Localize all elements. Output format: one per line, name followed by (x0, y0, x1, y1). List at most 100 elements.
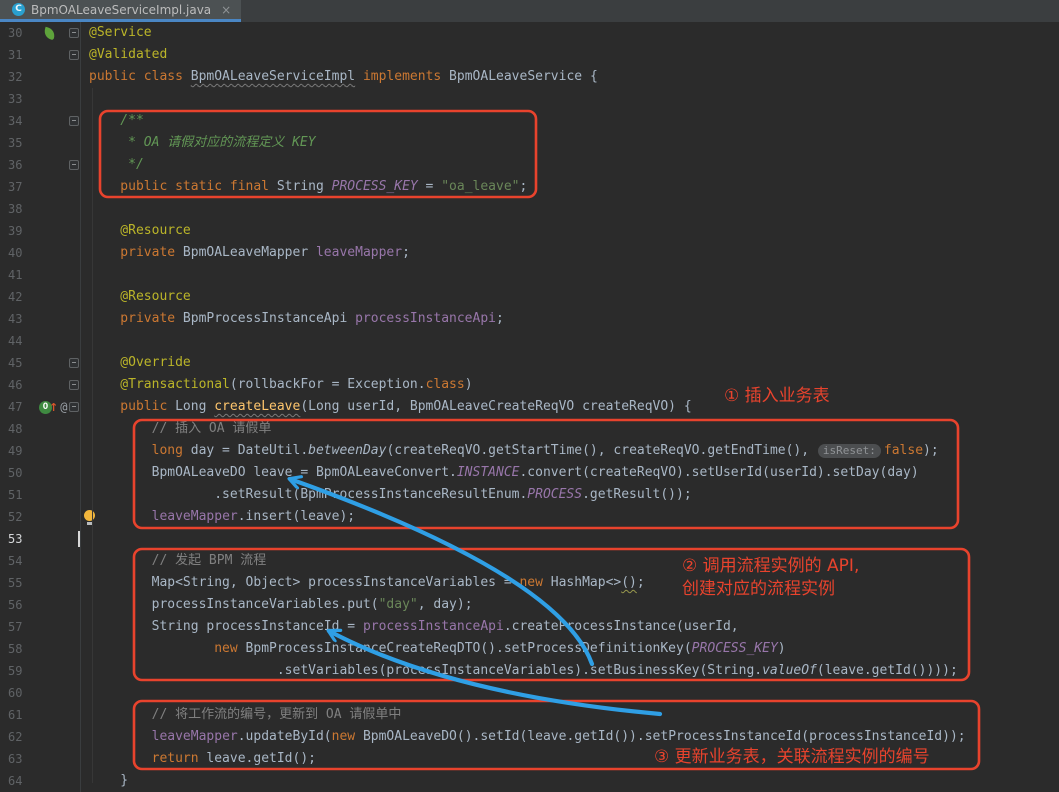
fold-column (68, 308, 81, 330)
fold-column[interactable] (68, 396, 81, 418)
code-line[interactable]: 32public class BpmOALeaveServiceImpl imp… (0, 66, 1059, 88)
code-line[interactable]: 61 // 将工作流的编号，更新到 OA 请假单中 (0, 704, 1059, 726)
code-line[interactable]: 59 .setVariables(processInstanceVariable… (0, 660, 1059, 682)
gutter-icons (38, 198, 68, 220)
fold-column (68, 462, 81, 484)
fold-marker-icon[interactable] (69, 380, 79, 390)
gutter-icons (38, 352, 68, 374)
line-number: 53 (0, 528, 38, 550)
code-line[interactable]: 60 (0, 682, 1059, 704)
code-line[interactable]: 49 long day = DateUtil.betweenDay(create… (0, 440, 1059, 462)
line-number: 62 (0, 726, 38, 748)
code-line[interactable]: 37 public static final String PROCESS_KE… (0, 176, 1059, 198)
fold-column (68, 88, 81, 110)
code-line[interactable]: 30@Service (0, 22, 1059, 44)
gutter-icons (38, 176, 68, 198)
line-number: 45 (0, 352, 38, 374)
gutter-icons (38, 308, 68, 330)
code-line[interactable]: 58 new BpmProcessInstanceCreateReqDTO().… (0, 638, 1059, 660)
fold-column[interactable] (68, 44, 81, 66)
fold-column (68, 220, 81, 242)
line-number: 56 (0, 594, 38, 616)
gutter-icons (38, 264, 68, 286)
code-text: } (81, 770, 128, 792)
code-line[interactable]: 63 return leave.getId(); (0, 748, 1059, 770)
code-line[interactable]: 47O↑@ public Long createLeave(Long userI… (0, 396, 1059, 418)
code-line[interactable]: 39 @Resource (0, 220, 1059, 242)
code-line[interactable]: 36 */ (0, 154, 1059, 176)
code-line[interactable]: 41 (0, 264, 1059, 286)
fold-column (68, 264, 81, 286)
gutter-icons (38, 110, 68, 132)
code-line[interactable]: 54 // 发起 BPM 流程 (0, 550, 1059, 572)
code-text: private BpmProcessInstanceApi processIns… (81, 308, 504, 330)
line-number: 46 (0, 374, 38, 396)
fold-column[interactable] (68, 374, 81, 396)
gutter-icons (38, 330, 68, 352)
code-line[interactable]: 52 leaveMapper.insert(leave); (0, 506, 1059, 528)
line-number: 38 (0, 198, 38, 220)
tab-file[interactable]: C BpmOALeaveServiceImpl.java × (0, 0, 241, 22)
code-line[interactable]: 56 processInstanceVariables.put("day", d… (0, 594, 1059, 616)
fold-column[interactable] (68, 352, 81, 374)
gutter-icons (38, 550, 68, 572)
code-line[interactable]: 40 private BpmOALeaveMapper leaveMapper; (0, 242, 1059, 264)
code-text: public Long createLeave(Long userId, Bpm… (81, 396, 692, 418)
gutter-icons (38, 594, 68, 616)
code-line[interactable]: 44 (0, 330, 1059, 352)
gutter-icons (38, 22, 68, 44)
fold-marker-icon[interactable] (69, 50, 79, 60)
code-line[interactable]: 55 Map<String, Object> processInstanceVa… (0, 572, 1059, 594)
code-text: long day = DateUtil.betweenDay(createReq… (81, 440, 939, 462)
fold-column[interactable] (68, 154, 81, 176)
gutter-icons (38, 440, 68, 462)
code-line[interactable]: 33 (0, 88, 1059, 110)
code-line[interactable]: 51 .setResult(BpmProcessInstanceResultEn… (0, 484, 1059, 506)
line-number: 50 (0, 462, 38, 484)
code-text: .setVariables(processInstanceVariables).… (81, 660, 958, 682)
fold-marker-icon[interactable] (69, 358, 79, 368)
fold-column (68, 132, 81, 154)
code-line[interactable]: 57 String processInstanceId = processIns… (0, 616, 1059, 638)
code-line[interactable]: 45 @Override (0, 352, 1059, 374)
fold-column[interactable] (68, 110, 81, 132)
code-text: @Override (81, 352, 191, 374)
fold-column (68, 638, 81, 660)
fold-column (68, 484, 81, 506)
code-text: @Resource (81, 286, 191, 308)
code-line[interactable]: 31@Validated (0, 44, 1059, 66)
code-line[interactable]: 48 // 插入 OA 请假单 (0, 418, 1059, 440)
fold-column (68, 704, 81, 726)
fold-marker-icon[interactable] (69, 28, 79, 38)
code-line[interactable]: 50 BpmOALeaveDO leave = BpmOALeaveConver… (0, 462, 1059, 484)
line-number: 47 (0, 396, 38, 418)
gutter-icons (38, 242, 68, 264)
code-text: @Service (81, 22, 152, 44)
spring-bean-icon[interactable] (43, 26, 56, 39)
code-line[interactable]: 42 @Resource (0, 286, 1059, 308)
code-line[interactable]: 46 @Transactional(rollbackFor = Exceptio… (0, 374, 1059, 396)
intention-bulb-icon[interactable] (84, 510, 95, 521)
code-text: // 将工作流的编号，更新到 OA 请假单中 (81, 704, 401, 726)
code-line[interactable]: 53 (0, 528, 1059, 550)
close-tab-icon[interactable]: × (221, 3, 231, 17)
code-line[interactable]: 34 /** (0, 110, 1059, 132)
fold-column (68, 198, 81, 220)
line-number: 34 (0, 110, 38, 132)
code-line[interactable]: 43 private BpmProcessInstanceApi process… (0, 308, 1059, 330)
fold-column[interactable] (68, 22, 81, 44)
code-editor[interactable]: 30@Service31@Validated32public class Bpm… (0, 22, 1059, 792)
code-line[interactable]: 62 leaveMapper.updateById(new BpmOALeave… (0, 726, 1059, 748)
fold-marker-icon[interactable] (69, 160, 79, 170)
fold-marker-icon[interactable] (69, 116, 79, 126)
code-text (81, 682, 89, 704)
line-number: 39 (0, 220, 38, 242)
fold-marker-icon[interactable] (69, 402, 79, 412)
code-text: public class BpmOALeaveServiceImpl imple… (81, 66, 598, 88)
code-text: /** (81, 110, 144, 132)
gutter-icons (38, 154, 68, 176)
code-line[interactable]: 38 (0, 198, 1059, 220)
code-line[interactable]: 64 } (0, 770, 1059, 792)
code-line[interactable]: 35 * OA 请假对应的流程定义 KEY (0, 132, 1059, 154)
code-text: private BpmOALeaveMapper leaveMapper; (81, 242, 410, 264)
